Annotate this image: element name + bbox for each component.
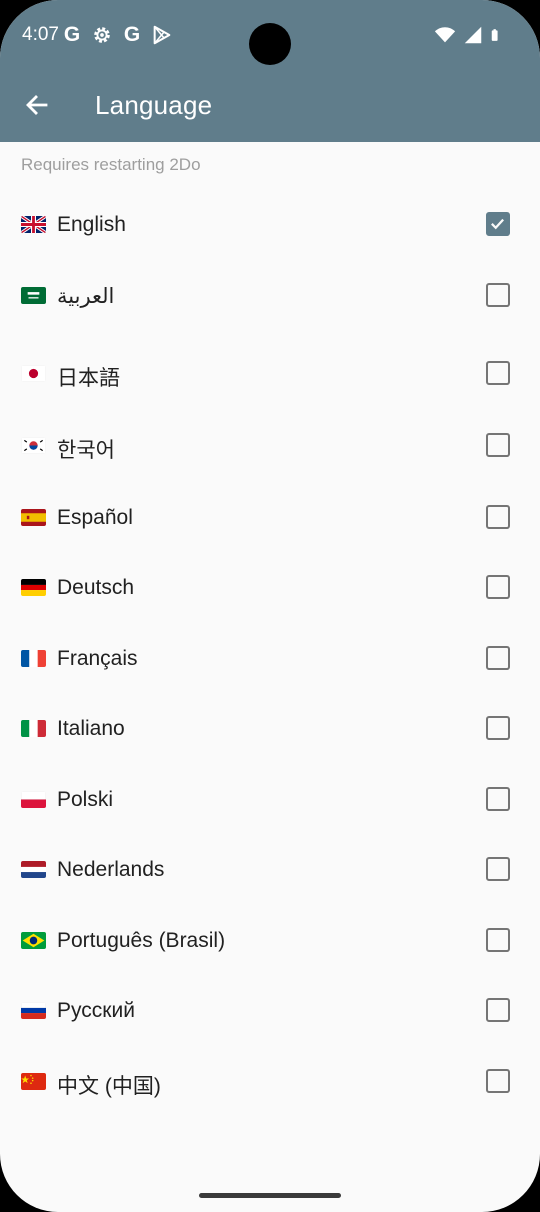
screen: 4:07 G G Language Requires restarting 2D…: [0, 0, 540, 1212]
language-checkbox[interactable]: [486, 361, 510, 385]
language-checkbox[interactable]: [486, 1069, 510, 1093]
language-checkbox[interactable]: [486, 433, 510, 457]
language-checkbox[interactable]: [486, 857, 510, 881]
language-row-fr[interactable]: Français: [0, 631, 540, 691]
google-g-icon: G: [123, 23, 141, 46]
app-bar: Language: [0, 72, 540, 142]
language-label: 日本語: [57, 367, 120, 390]
language-label: Español: [57, 506, 133, 529]
language-label: Français: [57, 647, 138, 670]
status-right-icons: [434, 24, 504, 46]
language-checkbox[interactable]: [486, 212, 510, 236]
language-checkbox[interactable]: [486, 575, 510, 599]
flag-pl-icon: [21, 791, 46, 808]
flag-sa-icon: [21, 287, 46, 304]
flag-kr-icon: [21, 437, 46, 454]
language-row-it[interactable]: Italiano: [0, 701, 540, 761]
status-left-icons: G G: [62, 24, 173, 46]
language-row-gb[interactable]: English: [0, 197, 540, 257]
language-label: English: [57, 213, 126, 236]
language-row-nl[interactable]: Nederlands: [0, 842, 540, 902]
google-g-icon: G: [63, 23, 81, 46]
flag-gb-icon: [21, 216, 46, 233]
language-checkbox[interactable]: [486, 928, 510, 952]
language-row-br[interactable]: Português (Brasil): [0, 913, 540, 973]
language-checkbox[interactable]: [486, 283, 510, 307]
language-row-cn[interactable]: 中文 (中国): [0, 1054, 540, 1114]
cell-signal-icon: [464, 26, 482, 44]
language-label: Deutsch: [57, 576, 135, 599]
language-label: العربية: [57, 285, 115, 308]
top-app-bar: 4:07 G G Language: [0, 0, 540, 142]
flag-nl-icon: [21, 861, 46, 878]
language-label: Italiano: [57, 717, 125, 740]
language-checkbox[interactable]: [486, 505, 510, 529]
flag-br-icon: [21, 932, 46, 949]
restart-note: Requires restarting 2Do: [21, 155, 201, 174]
flag-it-icon: [21, 720, 46, 737]
language-checkbox[interactable]: [486, 716, 510, 740]
language-row-es[interactable]: Español: [0, 490, 540, 550]
language-checkbox[interactable]: [486, 646, 510, 670]
language-row-ru[interactable]: Русский: [0, 983, 540, 1043]
flag-fr-icon: [21, 650, 46, 667]
flag-de-icon: [21, 579, 46, 596]
page-title: Language: [95, 90, 213, 120]
front-camera-cutout: [249, 23, 291, 65]
flag-es-icon: [21, 509, 46, 526]
play-store-icon: [153, 25, 171, 45]
language-row-sa[interactable]: العربية: [0, 268, 540, 328]
status-bar: 4:07 G G: [0, 0, 540, 72]
language-row-de[interactable]: Deutsch: [0, 560, 540, 620]
language-label: Русский: [57, 999, 135, 1022]
language-row-kr[interactable]: 한국어: [0, 418, 540, 478]
language-row-pl[interactable]: Polski: [0, 772, 540, 832]
status-time: 4:07: [22, 24, 59, 45]
language-label: Polski: [57, 788, 114, 811]
battery-icon: [491, 29, 498, 41]
wifi-icon: [434, 27, 456, 43]
settings-gear-icon: [94, 27, 110, 43]
flag-jp-icon: [21, 365, 46, 382]
flag-cn-icon: [21, 1073, 46, 1090]
language-label: Nederlands: [57, 858, 165, 881]
language-label: Português (Brasil): [57, 929, 226, 952]
language-checkbox[interactable]: [486, 998, 510, 1022]
language-row-jp[interactable]: 日本語: [0, 346, 540, 406]
arrow-left-icon[interactable]: [22, 90, 52, 120]
language-checkbox[interactable]: [486, 787, 510, 811]
checkmark-icon: [491, 218, 505, 230]
flag-ru-icon: [21, 1002, 46, 1019]
gesture-home-bar[interactable]: [199, 1193, 341, 1198]
language-label: 中文 (中国): [57, 1075, 161, 1098]
language-label: 한국어: [57, 439, 115, 462]
